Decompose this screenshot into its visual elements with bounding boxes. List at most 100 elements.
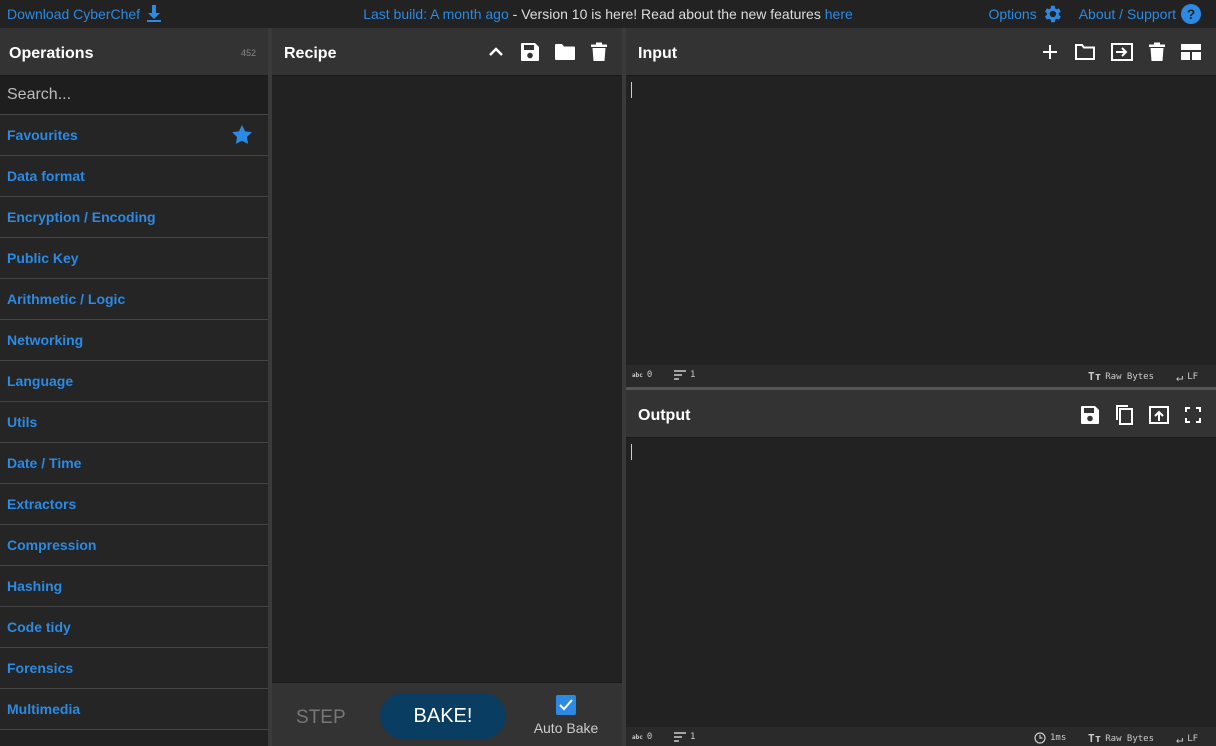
layout-icon[interactable]	[1180, 43, 1202, 61]
recipe-panel: Recipe STEP BAKE! Auto Bake	[272, 28, 622, 746]
category-label[interactable]: Compression	[7, 537, 96, 553]
return-icon: ↵	[1176, 370, 1184, 384]
auto-bake-checkbox[interactable]	[556, 695, 576, 715]
category-date-time[interactable]: Date / Time	[0, 443, 268, 484]
operations-header: Operations 452	[0, 28, 268, 76]
recipe-header: Recipe	[272, 28, 622, 76]
text-caret	[631, 82, 632, 98]
save-icon[interactable]	[520, 42, 540, 62]
category-label[interactable]: Encryption / Encoding	[7, 209, 156, 225]
category-label[interactable]: Multimedia	[7, 701, 80, 717]
operations-title: Operations	[9, 45, 94, 62]
category-arithmetic-logic[interactable]: Arithmetic / Logic	[0, 279, 268, 320]
output-title: Output	[638, 407, 691, 424]
category-hashing[interactable]: Hashing	[0, 566, 268, 607]
operations-count: 452	[240, 48, 256, 58]
folder-icon[interactable]	[554, 42, 576, 62]
text-size-icon: Tт	[1088, 370, 1102, 383]
open-file-icon[interactable]	[1110, 42, 1134, 62]
input-header: Input	[626, 28, 1216, 76]
output-char-count: abc 0	[632, 732, 653, 742]
category-forensics[interactable]: Forensics	[0, 648, 268, 689]
svg-text:?: ?	[1187, 6, 1196, 22]
output-textarea[interactable]	[626, 438, 1216, 727]
category-list: Favourites Data format Encryption / Enco…	[0, 115, 268, 730]
category-label[interactable]: Networking	[7, 332, 83, 348]
category-data-format[interactable]: Data format	[0, 156, 268, 197]
category-label[interactable]: Data format	[7, 168, 85, 184]
check-icon	[559, 699, 573, 711]
category-label[interactable]: Arithmetic / Logic	[7, 291, 125, 307]
output-header: Output	[626, 390, 1216, 438]
category-label[interactable]: Public Key	[7, 250, 79, 266]
gear-icon[interactable]	[1041, 3, 1063, 25]
operations-panel: Operations 452 Favourites Data format En…	[0, 28, 268, 746]
save-output-icon[interactable]	[1080, 405, 1100, 425]
recipe-title: Recipe	[284, 45, 337, 62]
help-icon[interactable]: ?	[1180, 3, 1202, 25]
text-size-icon: Tт	[1088, 732, 1102, 745]
category-language[interactable]: Language	[0, 361, 268, 402]
bake-controls: STEP BAKE! Auto Bake	[272, 682, 622, 746]
input-encoding[interactable]: Tт Raw Bytes	[1088, 370, 1154, 383]
about-label[interactable]: About / Support	[1079, 0, 1176, 28]
maximize-icon[interactable]	[1184, 406, 1202, 424]
lines-icon	[674, 370, 686, 380]
category-multimedia[interactable]: Multimedia	[0, 689, 268, 730]
clear-input-icon[interactable]	[1148, 42, 1166, 62]
open-folder-icon[interactable]	[1074, 42, 1096, 62]
add-tab-icon[interactable]	[1040, 42, 1060, 62]
category-utils[interactable]: Utils	[0, 402, 268, 443]
lines-icon	[674, 732, 686, 742]
abc-icon: abc	[632, 733, 643, 741]
category-networking[interactable]: Networking	[0, 320, 268, 361]
trash-icon[interactable]	[590, 42, 608, 62]
return-icon: ↵	[1176, 732, 1184, 746]
category-label[interactable]: Favourites	[7, 127, 78, 143]
text-caret	[631, 444, 632, 460]
output-status-bar: abc 0 1 1ms Tт Raw Bytes ↵ LF	[626, 727, 1216, 746]
category-label[interactable]: Forensics	[7, 660, 73, 676]
bake-button[interactable]: BAKE!	[380, 693, 506, 739]
category-encryption-encoding[interactable]: Encryption / Encoding	[0, 197, 268, 238]
input-status-bar: abc 0 1 Tт Raw Bytes ↵ LF	[626, 365, 1216, 387]
output-encoding[interactable]: Tт Raw Bytes	[1088, 732, 1154, 745]
recipe-drop-area[interactable]	[272, 76, 622, 682]
top-banner: Download CyberChef Last build: A month a…	[0, 0, 1216, 28]
abc-icon: abc	[632, 371, 643, 379]
auto-bake-toggle[interactable]: Auto Bake	[530, 695, 602, 736]
star-icon[interactable]	[232, 125, 252, 144]
options-label[interactable]: Options	[988, 0, 1036, 28]
options-button[interactable]: Options	[988, 0, 1062, 28]
category-extractors[interactable]: Extractors	[0, 484, 268, 525]
category-label[interactable]: Utils	[7, 414, 37, 430]
copy-icon[interactable]	[1114, 404, 1134, 426]
step-button[interactable]: STEP	[296, 707, 346, 729]
replace-input-icon[interactable]	[1148, 405, 1170, 425]
category-code-tidy[interactable]: Code tidy	[0, 607, 268, 648]
input-eol[interactable]: ↵ LF	[1176, 370, 1198, 384]
category-label[interactable]: Language	[7, 373, 73, 389]
output-line-count: 1	[674, 732, 695, 742]
features-link[interactable]: here	[825, 6, 853, 22]
version-text: - Version 10 is here! Read about the new…	[508, 6, 825, 22]
category-label[interactable]: Extractors	[7, 496, 76, 512]
input-title: Input	[638, 45, 678, 62]
category-label[interactable]: Hashing	[7, 578, 62, 594]
auto-bake-label[interactable]: Auto Bake	[530, 720, 602, 736]
category-compression[interactable]: Compression	[0, 525, 268, 566]
clock-icon	[1034, 732, 1046, 744]
last-build-link[interactable]: Last build: A month ago	[363, 6, 509, 22]
io-panel: Input abc 0 1 Tт Raw Bytes ↵ LF Output a…	[626, 28, 1216, 746]
about-button[interactable]: About / Support ?	[1079, 0, 1202, 28]
category-label[interactable]: Date / Time	[7, 455, 81, 471]
search-input[interactable]	[0, 76, 268, 115]
input-char-count: abc 0	[632, 370, 653, 380]
input-textarea[interactable]	[626, 76, 1216, 365]
category-label[interactable]: Code tidy	[7, 619, 71, 635]
category-favourites[interactable]: Favourites	[0, 115, 268, 156]
category-public-key[interactable]: Public Key	[0, 238, 268, 279]
chevron-up-icon[interactable]	[486, 42, 506, 62]
output-eol[interactable]: ↵ LF	[1176, 732, 1198, 746]
output-bake-time: 1ms	[1034, 732, 1066, 744]
